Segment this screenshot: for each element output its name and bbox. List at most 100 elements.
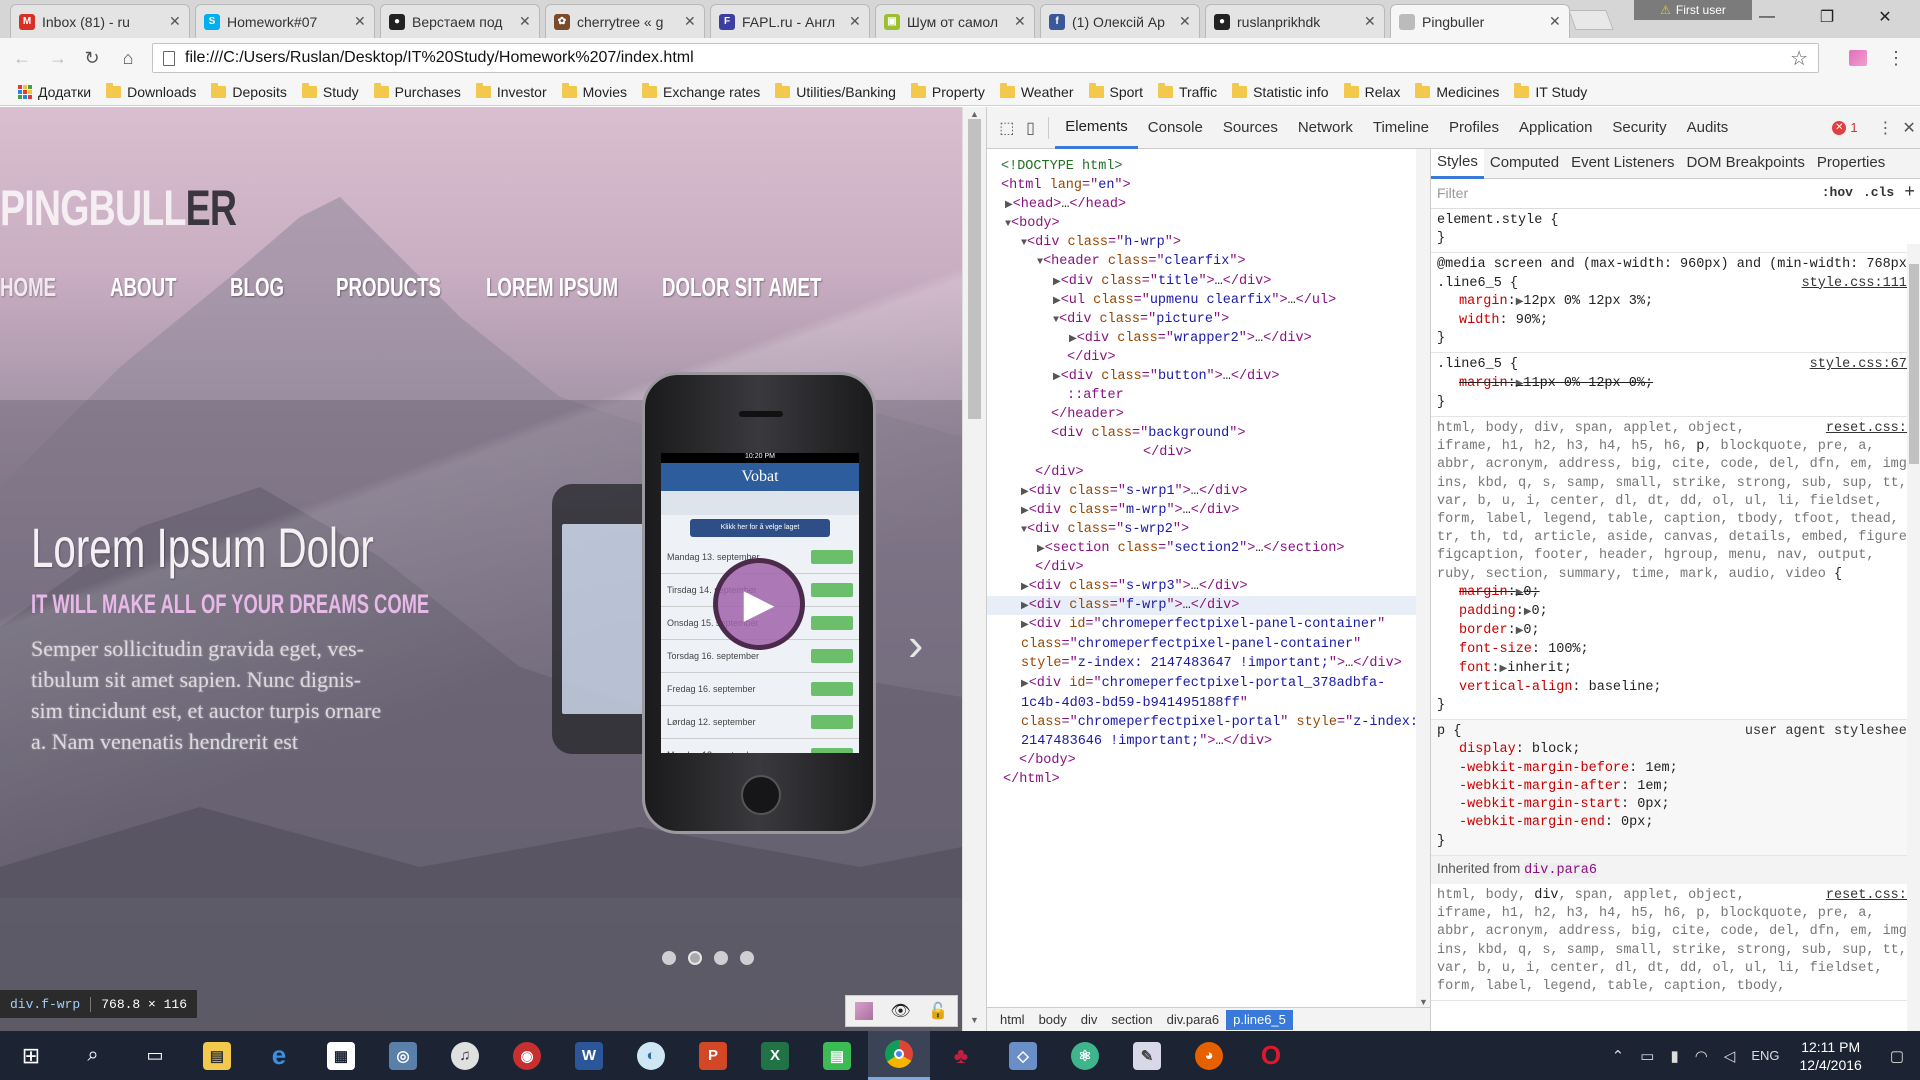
devtools-tab-application[interactable]: Application	[1509, 107, 1602, 149]
elements-scrollbar[interactable]: ▼	[1416, 149, 1430, 1007]
nav-blog[interactable]: BLOG	[230, 272, 306, 303]
browser-tab[interactable]: S Homework#07 ✕	[195, 4, 375, 38]
rule-reset-inherited[interactable]: html, body, div, span, applet, object, re…	[1431, 884, 1920, 1002]
filter-input[interactable]: Filter	[1437, 184, 1812, 202]
devtools-tab-console[interactable]: Console	[1138, 107, 1213, 149]
nav-lorem-ipsum[interactable]: LOREM IPSUM	[486, 272, 618, 303]
dom-s-wrp2-close[interactable]: </div>	[987, 558, 1430, 577]
dom-h-wrp-close[interactable]: </div>	[987, 463, 1430, 482]
unlock-icon[interactable]: 🔓	[928, 1001, 948, 1021]
dom-section2[interactable]: ▶<section class="section2">…</section>	[987, 539, 1430, 558]
dom-body[interactable]: ▼<body>	[987, 214, 1430, 233]
opera-icon[interactable]: O	[1240, 1031, 1302, 1080]
dom-picture-close[interactable]: </div>	[987, 348, 1430, 367]
dom-s-wrp2[interactable]: ▼<div class="s-wrp2">	[987, 520, 1430, 539]
dom-head[interactable]: ▶<head>…</head>	[987, 195, 1430, 214]
bookmark-folder[interactable]: Weather	[994, 80, 1083, 104]
dom-after[interactable]: ::after	[987, 386, 1430, 405]
url-text[interactable]: file:///C:/Users/Ruslan/Desktop/IT%20Stu…	[185, 49, 1780, 67]
devtools-tab-elements[interactable]: Elements	[1055, 107, 1138, 149]
devtools-tab-network[interactable]: Network	[1288, 107, 1363, 149]
page-scrollbar[interactable]: ▲ ▼	[962, 107, 986, 1031]
source-link[interactable]: style.css:1116	[1802, 275, 1915, 293]
styles-subtab[interactable]: Computed	[1484, 149, 1565, 179]
slider-dot[interactable]	[688, 951, 702, 965]
dom-html-close[interactable]: </html>	[987, 770, 1430, 789]
bookmark-folder[interactable]: Sport	[1083, 80, 1152, 104]
language-indicator[interactable]: ENG	[1743, 1048, 1787, 1063]
extension-icon[interactable]	[1846, 46, 1870, 70]
file-explorer-icon[interactable]: ▤	[186, 1031, 248, 1080]
device-toolbar-icon[interactable]: ▯	[1019, 113, 1043, 143]
reload-button[interactable]: ↻	[80, 46, 104, 70]
bookmark-folder[interactable]: Investor	[470, 80, 556, 104]
chrome-icon[interactable]	[868, 1031, 930, 1080]
wifi-icon[interactable]: ◠	[1687, 1047, 1716, 1065]
devtools-tab-timeline[interactable]: Timeline	[1363, 107, 1439, 149]
battery-icon[interactable]: ▮	[1662, 1047, 1686, 1065]
dom-background[interactable]: <div class="background">	[987, 424, 1430, 443]
profile-badge[interactable]: ⚠ First user	[1634, 0, 1752, 20]
rule-reset[interactable]: html, body, div, span, applet, object, re…	[1431, 417, 1920, 721]
breadcrumb-item[interactable]: body	[1032, 1010, 1074, 1030]
browser-tab[interactable]: ▣ Шум от самол ✕	[875, 4, 1035, 38]
styles-subtab[interactable]: DOM Breakpoints	[1680, 149, 1810, 179]
devtools-close-icon[interactable]: ✕	[1897, 113, 1920, 143]
play-video-icon[interactable]: ▶	[713, 558, 805, 650]
tab-close-icon[interactable]: ✕	[1179, 13, 1191, 30]
nav-home[interactable]: HOME	[0, 272, 79, 303]
dom-background-close[interactable]: </div>	[987, 443, 1430, 462]
browser-tab[interactable]: F FAPL.ru - Англ ✕	[710, 4, 870, 38]
paint-icon[interactable]: ✎	[1116, 1031, 1178, 1080]
network-app-icon[interactable]: ◎	[372, 1031, 434, 1080]
breadcrumb-item[interactable]: section	[1104, 1010, 1159, 1030]
dom-perfectpixel-panel[interactable]: ▶<div id="chromeperfectpixel-panel-conta…	[987, 615, 1430, 673]
inherited-source[interactable]: div.para6	[1524, 862, 1597, 878]
devtools-tab-sources[interactable]: Sources	[1213, 107, 1288, 149]
breadcrumb-item[interactable]: div	[1074, 1010, 1105, 1030]
devtools-tab-audits[interactable]: Audits	[1677, 107, 1739, 149]
devtools-menu-icon[interactable]: ⋮	[1874, 113, 1898, 143]
rule-user-agent-p[interactable]: p {user agent stylesheet display: block;…	[1431, 720, 1920, 856]
breadcrumb-item[interactable]: p.line6_5	[1226, 1009, 1293, 1030]
dom-upmenu[interactable]: ▶<ul class="upmenu clearfix">…</ul>	[987, 291, 1430, 310]
bookmark-folder[interactable]: Deposits	[205, 80, 295, 104]
bookmark-folder[interactable]: Statistic info	[1226, 80, 1337, 104]
browser-tab[interactable]: ● ruslanprikhdk ✕	[1205, 4, 1385, 38]
bookmark-folder[interactable]: Downloads	[100, 80, 205, 104]
eye-icon[interactable]: 👁	[890, 1001, 910, 1021]
browser-tab[interactable]: ● Верстаем под ✕	[380, 4, 540, 38]
dom-html[interactable]: <html lang="en">	[987, 176, 1430, 195]
dom-f-wrp[interactable]: ▶<div class="f-wrp">…</div>	[987, 596, 1430, 616]
atom-icon[interactable]: ⚛	[1054, 1031, 1116, 1080]
dom-perfectpixel-portal[interactable]: ▶<div id="chromeperfectpixel-portal_378a…	[987, 674, 1430, 751]
dom-body-close[interactable]: </body>	[987, 751, 1430, 770]
bookmark-folder[interactable]: Exchange rates	[636, 80, 769, 104]
browser-tab[interactable]: f (1) Олексій Ар ✕	[1040, 4, 1200, 38]
slider-prev-arrow[interactable]: ‹	[0, 617, 1, 671]
bookmark-folder[interactable]: Study	[296, 80, 368, 104]
edge-icon[interactable]: e	[248, 1031, 310, 1080]
bookmark-folder[interactable]: Purchases	[368, 80, 470, 104]
tab-close-icon[interactable]: ✕	[519, 13, 531, 30]
styles-subtab[interactable]: Event Listeners	[1565, 149, 1680, 179]
breadcrumb-item[interactable]: html	[993, 1010, 1032, 1030]
dom-button[interactable]: ▶<div class="button">…</div>	[987, 367, 1430, 386]
tab-close-icon[interactable]: ✕	[1364, 13, 1376, 30]
bookmark-folder[interactable]: Movies	[556, 80, 636, 104]
powerpoint-icon[interactable]: P	[682, 1031, 744, 1080]
tab-close-icon[interactable]: ✕	[849, 13, 861, 30]
excel-icon[interactable]: X	[744, 1031, 806, 1080]
dom-picture[interactable]: ▼<div class="picture">	[987, 310, 1430, 329]
tab-close-icon[interactable]: ✕	[354, 13, 366, 30]
minimize-button[interactable]: —	[1744, 2, 1790, 32]
source-link[interactable]: reset.css:7	[1826, 420, 1915, 438]
dom-s-wrp1[interactable]: ▶<div class="s-wrp1">…</div>	[987, 482, 1430, 501]
nav-about[interactable]: ABOUT	[110, 272, 196, 303]
page-scroll-thumb[interactable]	[968, 119, 981, 419]
dom-title[interactable]: ▶<div class="title">…</div>	[987, 272, 1430, 291]
recorder-icon[interactable]: ◉	[496, 1031, 558, 1080]
overlay-thumbnail-icon[interactable]	[854, 1002, 873, 1020]
spreadsheet-icon[interactable]: ▤	[806, 1031, 868, 1080]
add-rule-icon[interactable]: +	[1904, 184, 1915, 202]
